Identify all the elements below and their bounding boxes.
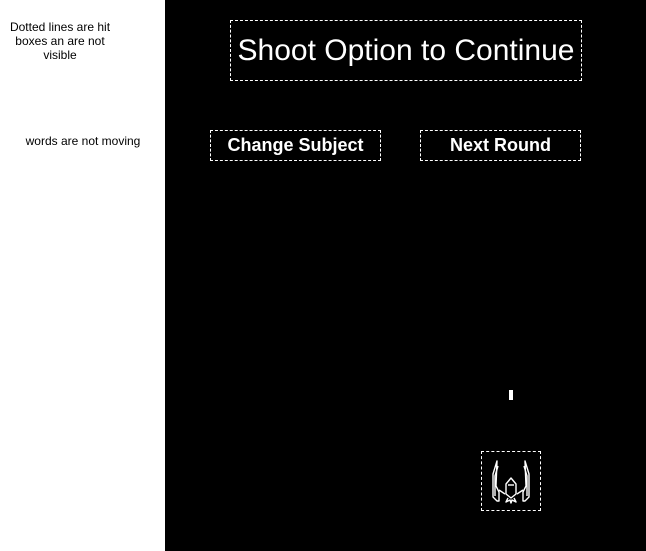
static-words-note: words are not moving bbox=[25, 134, 141, 148]
player-ship-hitbox[interactable] bbox=[481, 451, 541, 511]
next-round-label: Next Round bbox=[450, 135, 551, 155]
spaceship-icon bbox=[492, 460, 530, 504]
change-subject-label: Change Subject bbox=[227, 135, 364, 155]
game-title: Shoot Option to Continue bbox=[237, 33, 575, 67]
laser-bolt-icon bbox=[509, 390, 513, 400]
change-subject-option[interactable]: Change Subject bbox=[210, 130, 381, 161]
next-round-option[interactable]: Next Round bbox=[420, 130, 581, 161]
annotation-panel: Dotted lines are hit boxes an are not vi… bbox=[0, 0, 165, 551]
title-hitbox: Shoot Option to Continue bbox=[230, 20, 582, 81]
hitbox-note: Dotted lines are hit boxes an are not vi… bbox=[9, 20, 111, 62]
game-mockup: Dotted lines are hit boxes an are not vi… bbox=[0, 0, 646, 551]
game-screen[interactable]: Shoot Option to Continue Change Subject … bbox=[165, 0, 646, 551]
